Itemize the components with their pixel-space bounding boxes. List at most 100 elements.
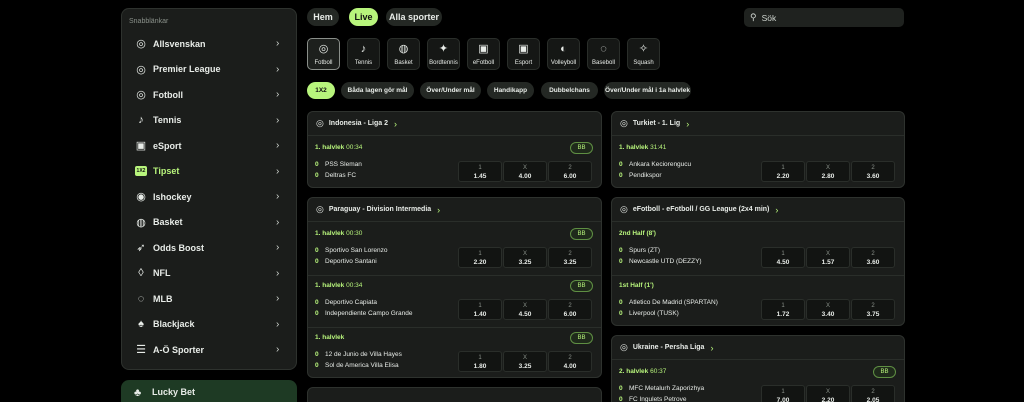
lucky-bet-button[interactable]: ♣ Lucky Bet <box>121 380 297 402</box>
odds-button-1[interactable]: 1 7.00 <box>761 385 805 402</box>
search-box[interactable]: ⚲ <box>744 8 904 27</box>
match-row[interactable]: 1. halvlek 00:34 BB 0 PSS Sleman 0 Deltras FC… <box>308 137 601 187</box>
league-card: ◎ eFotboll - eFotboll / GG League (2x4 mi… <box>611 197 905 326</box>
team-name: Sol de America Villa Elisa <box>325 362 399 369</box>
sidebar-item-mlb[interactable]: ◌ MLB › <box>122 286 298 312</box>
sidebar-item-allsvenskan[interactable]: ◎ Allsvenskan › <box>122 31 298 57</box>
sidebar-item-blackjack[interactable]: ♠ Blackjack › <box>122 312 298 338</box>
sport-tab-esport[interactable]: ▣ Esport <box>507 38 540 70</box>
market-chip[interactable]: Båda lagen gör mål <box>341 82 414 99</box>
match-row[interactable]: 2nd Half (8') 0 Spurs (ZT) 0 Newcastle UTD … <box>612 223 904 275</box>
bet-builder-badge[interactable]: BB <box>570 280 593 292</box>
quick-links-sidebar: Snabblänkar ◎ Allsvenskan › ◎ Premier League… <box>121 8 297 370</box>
odds-button-1[interactable]: 1 2.20 <box>458 247 502 268</box>
odds-value: 2.05 <box>866 397 880 402</box>
market-chip[interactable]: Över/Under mål <box>420 82 481 99</box>
sport-tab-efotboll[interactable]: ▣ eFotboll <box>467 38 500 70</box>
sidebar-item-basket[interactable]: ◍ Basket › <box>122 210 298 236</box>
match-row[interactable]: 1st Half (1') 0 Atletico De Madrid (SPART… <box>612 275 904 325</box>
odds-outcome: 2 <box>871 165 875 171</box>
market-chip[interactable]: 1X2 <box>307 82 335 99</box>
match-row[interactable]: 2. halvlek 60:37 BB 0 MFC Metalurh Zaporizh… <box>612 361 904 402</box>
sidebar-item-odds-boost[interactable]: ➶ Odds Boost › <box>122 235 298 261</box>
football-icon: ◎ <box>316 118 324 128</box>
sidebar-item-esport[interactable]: ▣ eSport › <box>122 133 298 159</box>
nav-all-sports-button[interactable]: Alla sporter <box>386 8 442 26</box>
league-header[interactable]: ◎ Ukraine - Persha Liga › <box>612 336 904 360</box>
sport-tab-bordtennis[interactable]: ✦ Bordtennis <box>427 38 460 70</box>
sidebar-item-label: Odds Boost <box>153 242 204 253</box>
odds-button-1[interactable]: 1 4.50 <box>761 247 805 268</box>
sidebar-item-fotboll[interactable]: ◎ Fotboll › <box>122 82 298 108</box>
search-input[interactable] <box>761 12 892 23</box>
match-clock: 31:41 <box>650 144 667 151</box>
odds-button-2[interactable]: 2 3.60 <box>851 161 895 182</box>
sport-tab-squash[interactable]: ✧ Squash <box>627 38 660 70</box>
bet-builder-badge[interactable]: BB <box>570 332 593 344</box>
sidebar-item-a-sporter[interactable]: ☰ A-Ö Sporter › <box>122 337 298 363</box>
odds-button-1[interactable]: 1 2.20 <box>761 161 805 182</box>
odds-button-1[interactable]: 1 1.80 <box>458 351 502 372</box>
sport-tab-baseboll[interactable]: ◌ Baseboll <box>587 38 620 70</box>
nav-home-button[interactable]: Hem <box>307 8 339 26</box>
market-chip[interactable]: Dubbelchans <box>541 82 598 99</box>
odds-button-x[interactable]: X 3.40 <box>806 299 850 320</box>
league-header[interactable]: ◎ Indonesia - Liga 2 › <box>308 112 601 136</box>
match-period: 1. halvlek <box>315 282 345 289</box>
nav-live-button[interactable]: Live <box>349 8 378 26</box>
table-tennis-icon: ✦ <box>438 42 449 55</box>
chevron-right-icon: › <box>276 267 280 279</box>
sport-tab-volleyboll[interactable]: ◐ Volleyboll <box>547 38 580 70</box>
sport-tab-label: eFotboll <box>472 59 495 66</box>
odds-button-2[interactable]: 2 6.00 <box>548 161 592 182</box>
chevron-right-icon: › <box>276 191 280 203</box>
sport-tab-label: Esport <box>514 59 533 66</box>
bet-builder-badge[interactable]: BB <box>570 228 593 240</box>
odds-button-2[interactable]: 2 3.25 <box>548 247 592 268</box>
chevron-right-icon: › <box>276 344 280 356</box>
team-score: 0 <box>315 172 319 179</box>
league-header[interactable]: ◎ Turkiet - 1. Lig › <box>612 112 904 136</box>
football-icon: ◎ <box>318 42 329 55</box>
odds-button-2[interactable]: 2 3.75 <box>851 299 895 320</box>
league-header[interactable]: ◎ eFotboll - eFotboll / GG League (2x4 mi… <box>612 198 904 222</box>
sidebar-item-label: Tipset <box>153 166 180 177</box>
team-home: 0 12 de Junio de Villa Hayes <box>315 351 402 358</box>
odds-button-1[interactable]: 1 1.40 <box>458 299 502 320</box>
odds-button-x[interactable]: X 4.50 <box>503 299 547 320</box>
odds-button-1[interactable]: 1 1.72 <box>761 299 805 320</box>
market-chip[interactable]: Handikapp <box>487 82 534 99</box>
sport-tab-tennis[interactable]: ♪ Tennis <box>347 38 380 70</box>
chevron-right-icon: › <box>276 242 280 254</box>
odds-button-2[interactable]: 2 6.00 <box>548 299 592 320</box>
odds-button-x[interactable]: X 2.20 <box>806 385 850 402</box>
sidebar-item-ishockey[interactable]: ◉ Ishockey › <box>122 184 298 210</box>
odds-button-x[interactable]: X 3.25 <box>503 351 547 372</box>
odds-button-x[interactable]: X 4.00 <box>503 161 547 182</box>
match-row[interactable]: 1. halvlek 00:30 BB 0 Sportivo San Lorenzo 0… <box>308 223 601 275</box>
match-status: 1. halvlek 31:41 <box>619 144 666 151</box>
odds-button-x[interactable]: X 3.25 <box>503 247 547 268</box>
match-row[interactable]: 1. halvlek 00:34 BB 0 Deportivo Capiata 0 Ind… <box>308 275 601 327</box>
sidebar-item-tennis[interactable]: ♪ Tennis › <box>122 108 298 134</box>
odds-button-2[interactable]: 2 4.00 <box>548 351 592 372</box>
sidebar-item-premier-league[interactable]: ◎ Premier League › <box>122 57 298 83</box>
sidebar-item-label: Basket <box>153 217 183 228</box>
match-row[interactable]: 1. halvlek BB 0 12 de Junio de Villa Hayes… <box>308 327 601 377</box>
odds-button-x[interactable]: X 2.80 <box>806 161 850 182</box>
odds-outcome: 1 <box>781 251 785 257</box>
team-away: 0 Sol de America Villa Elisa <box>315 362 399 369</box>
odds-button-x[interactable]: X 1.57 <box>806 247 850 268</box>
market-chip[interactable]: Över/Under mål i 1a halvlek <box>604 82 691 99</box>
sport-tab-basket[interactable]: ◍ Basket <box>387 38 420 70</box>
odds-button-2[interactable]: 2 2.05 <box>851 385 895 402</box>
league-header[interactable]: ◎ Paraguay - Division Intermedia › <box>308 198 601 222</box>
bet-builder-badge[interactable]: BB <box>570 142 593 154</box>
sport-tab-fotboll[interactable]: ◎ Fotboll <box>307 38 340 70</box>
odds-button-2[interactable]: 2 3.60 <box>851 247 895 268</box>
match-row[interactable]: 1. halvlek 31:41 0 Ankara Keciorengucu 0 Pen… <box>612 137 904 187</box>
odds-button-1[interactable]: 1 1.45 <box>458 161 502 182</box>
sidebar-item-tipset[interactable]: 1X2 Tipset › <box>122 159 298 185</box>
sidebar-item-nfl[interactable]: ◊ NFL › <box>122 261 298 287</box>
bet-builder-badge[interactable]: BB <box>873 366 896 378</box>
